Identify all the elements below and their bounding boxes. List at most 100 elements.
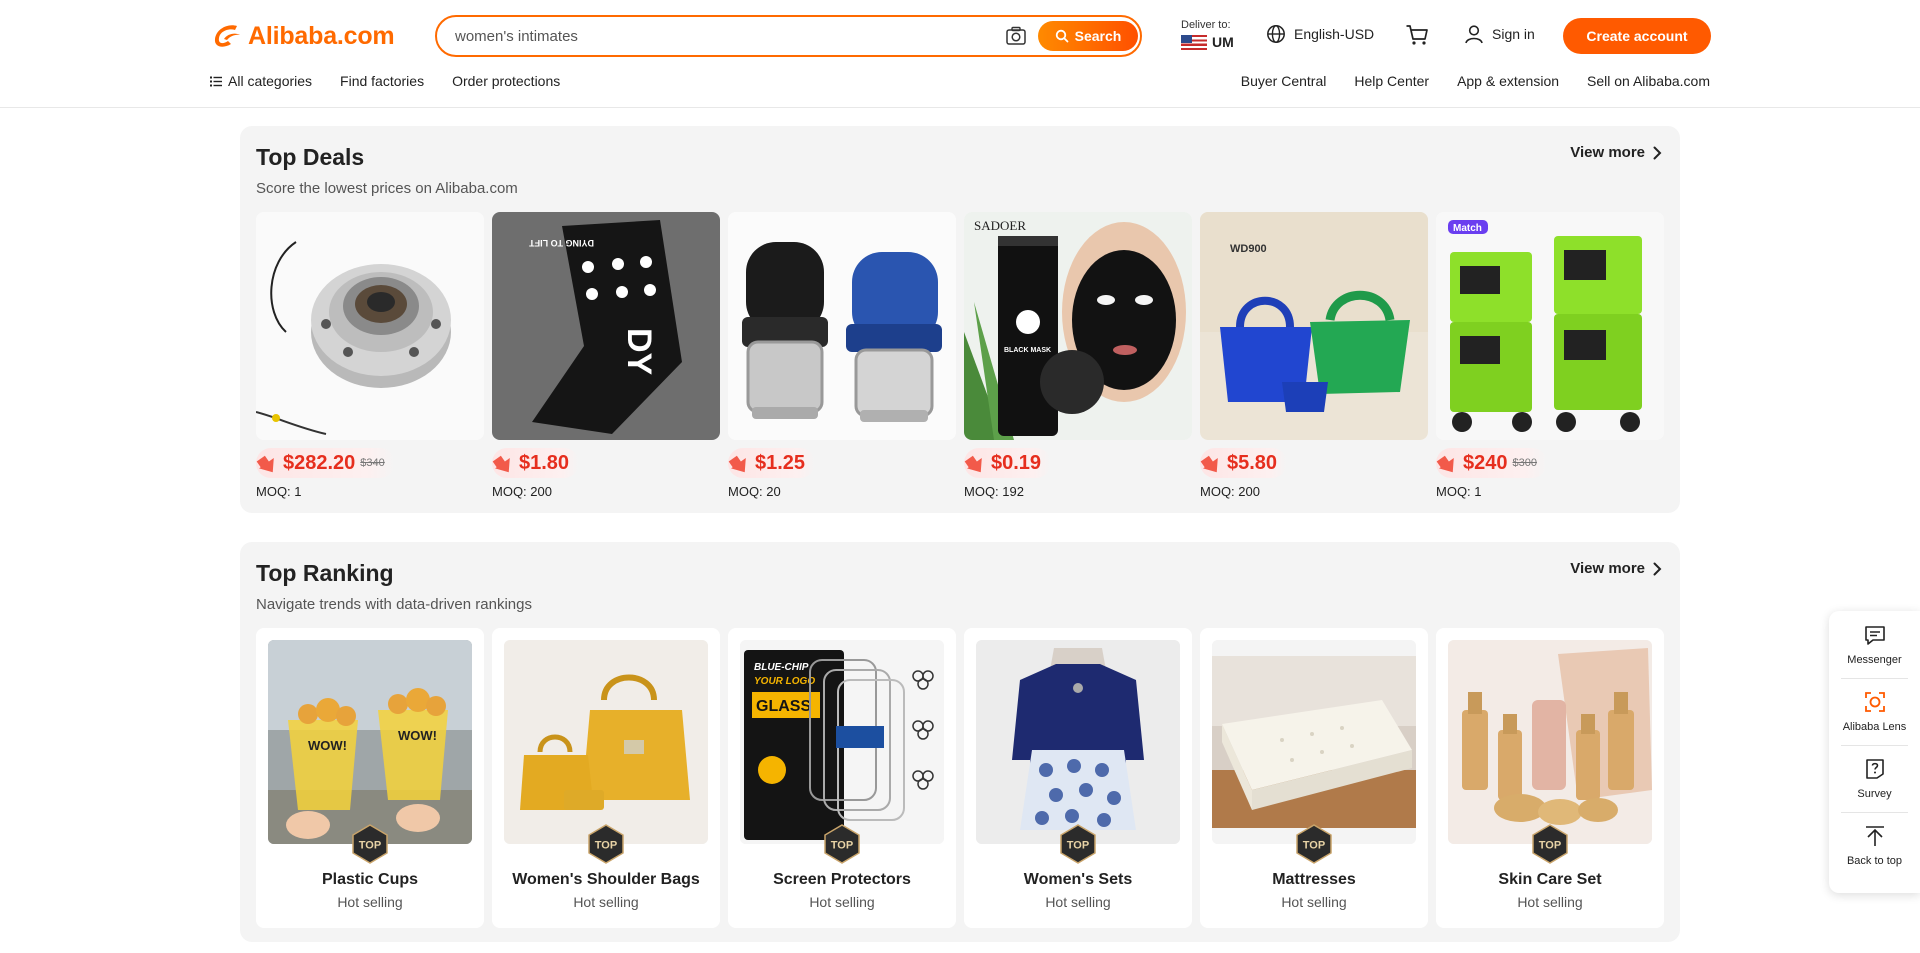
- subnav-all-categories[interactable]: All categories: [210, 73, 312, 89]
- survey-icon: [1865, 759, 1884, 779]
- deal-card[interactable]: $282.20 $340 MOQ: 1: [256, 212, 484, 499]
- svg-text:DY: DY: [620, 328, 658, 376]
- search-button-label: Search: [1074, 28, 1122, 44]
- view-more-link[interactable]: View more: [1570, 144, 1662, 161]
- ranking-name: Plastic Cups: [321, 871, 419, 888]
- top-badge-label: TOP: [1067, 840, 1089, 852]
- deal-image[interactable]: WD900: [1200, 212, 1428, 440]
- alibaba-logo[interactable]: Alibaba.com: [210, 20, 395, 52]
- top-ranking-section: Top Ranking Navigate trends with data-dr…: [240, 542, 1680, 942]
- float-label: Alibaba Lens: [1842, 721, 1907, 733]
- shoulder-bag-icon: [504, 640, 708, 844]
- top-badge-label: TOP: [1303, 840, 1325, 852]
- fabric-label-text: DYING TO LIFT: [529, 238, 594, 248]
- search-bar: Search: [435, 15, 1142, 57]
- deal-card[interactable]: WD900 $5.80 MOQ: 200: [1200, 212, 1428, 499]
- ranking-card[interactable]: WOW! WOW! TOP Plastic Cups Hot selling: [256, 628, 484, 928]
- deal-image[interactable]: Match: [1436, 212, 1664, 440]
- section-title: Top Deals: [256, 144, 365, 170]
- create-account-button[interactable]: Create account: [1563, 18, 1711, 54]
- alibaba-logo-icon: [214, 25, 240, 47]
- handbag-icon: WD900: [1200, 212, 1428, 440]
- face-mask-icon: SADOER BLACK MASK: [964, 212, 1192, 440]
- screen-protector-icon: BLUE-CHIP YOUR LOGO GLASS: [740, 640, 944, 844]
- back-to-top-button[interactable]: Back to top: [1829, 812, 1920, 878]
- deal-card[interactable]: $1.25 MOQ: 20: [728, 212, 956, 499]
- price-down-arrow-icon: [728, 455, 746, 473]
- camera-icon[interactable]: [1005, 25, 1027, 47]
- subnav-order-protections[interactable]: Order protections: [452, 73, 560, 89]
- deal-image[interactable]: SADOER BLACK MASK: [964, 212, 1192, 440]
- ranking-card[interactable]: TOP Women's Sets Hot selling: [964, 628, 1192, 928]
- price-down-arrow-icon: [1436, 455, 1454, 473]
- alibaba-lens-button[interactable]: Alibaba Lens: [1829, 678, 1920, 744]
- deal-moq: MOQ: 200: [492, 484, 552, 499]
- ranking-name: Skin Care Set: [1498, 871, 1602, 888]
- ranking-tag: Hot selling: [809, 894, 875, 910]
- lens-icon: [1864, 692, 1885, 712]
- deal-moq: MOQ: 1: [256, 484, 302, 499]
- ranking-image: [1212, 640, 1416, 844]
- chevron-right-icon: [1653, 146, 1662, 159]
- sign-in-link[interactable]: Sign in: [1464, 24, 1535, 44]
- float-label: Back to top: [1846, 855, 1903, 867]
- user-icon: [1465, 25, 1483, 44]
- price-down-arrow-icon: [1200, 455, 1218, 473]
- deal-image[interactable]: [256, 212, 484, 440]
- mattress-icon: [1212, 640, 1416, 844]
- site-header: Alibaba.com Search Deliver to: UM: [0, 0, 1920, 108]
- deal-price-row: $282.20 $340: [256, 448, 395, 478]
- ranking-card[interactable]: BLUE-CHIP YOUR LOGO GLASS TOP Screen Pro: [728, 628, 956, 928]
- deal-image[interactable]: DYING TO LIFT DY: [492, 212, 720, 440]
- search-input[interactable]: [455, 17, 1025, 55]
- survey-button[interactable]: Survey: [1829, 745, 1920, 811]
- sign-in-label: Sign in: [1492, 26, 1535, 42]
- top-badge-icon: TOP: [824, 824, 860, 864]
- subnav-help-center[interactable]: Help Center: [1354, 73, 1429, 89]
- cart-icon[interactable]: [1405, 24, 1429, 46]
- brand-name: Alibaba.com: [248, 21, 395, 50]
- ranking-tag: Hot selling: [1517, 894, 1583, 910]
- ranking-tag: Hot selling: [337, 894, 403, 910]
- deal-price: $1.25: [755, 451, 806, 474]
- subnav-right: Buyer Central Help Center App & extensio…: [1241, 73, 1710, 89]
- top-badge-label: TOP: [595, 840, 617, 852]
- ranking-tag: Hot selling: [573, 894, 639, 910]
- subnav-buyer-central[interactable]: Buyer Central: [1241, 73, 1327, 89]
- deal-card[interactable]: DYING TO LIFT DY $1.80 MOQ: 200: [492, 212, 720, 499]
- deal-price-row: $1.25: [728, 448, 816, 478]
- subnav-left: All categories Find factories Order prot…: [210, 73, 588, 89]
- top-badge-icon: TOP: [1532, 824, 1568, 864]
- womens-set-icon: [976, 640, 1180, 844]
- search-button[interactable]: Search: [1038, 21, 1138, 51]
- ranking-card[interactable]: TOP Skin Care Set Hot selling: [1436, 628, 1664, 928]
- deal-moq: MOQ: 1: [1436, 484, 1482, 499]
- match-badge-text: Match: [1453, 223, 1482, 234]
- globe-icon: [1267, 25, 1285, 43]
- view-more-label: View more: [1570, 144, 1645, 161]
- cup-print-text: WOW!: [308, 738, 347, 753]
- subnav-app-extension[interactable]: App & extension: [1457, 73, 1559, 89]
- deliver-to[interactable]: Deliver to: UM: [1181, 19, 1234, 50]
- deal-card[interactable]: Match $240 $300 MOQ: 1: [1436, 212, 1664, 499]
- ranking-image: [976, 640, 1180, 844]
- ranking-card[interactable]: TOP Mattresses Hot selling: [1200, 628, 1428, 928]
- language-selector[interactable]: English-USD: [1266, 24, 1374, 44]
- deal-card[interactable]: SADOER BLACK MASK $0.19 MOQ: 192: [964, 212, 1192, 499]
- ranking-card[interactable]: TOP Women's Shoulder Bags Hot selling: [492, 628, 720, 928]
- product-text: BLACK MASK: [1004, 347, 1051, 354]
- view-more-label: View more: [1570, 560, 1645, 577]
- language-label: English-USD: [1294, 26, 1375, 42]
- subnav-sell-on-alibaba[interactable]: Sell on Alibaba.com: [1587, 73, 1710, 89]
- deal-moq: MOQ: 20: [728, 484, 781, 499]
- section-subtitle: Score the lowest prices on Alibaba.com: [256, 180, 518, 197]
- subnav-find-factories[interactable]: Find factories: [340, 73, 424, 89]
- ranking-image: BLUE-CHIP YOUR LOGO GLASS: [740, 640, 944, 844]
- view-more-link[interactable]: View more: [1570, 560, 1662, 577]
- deal-price: $240: [1463, 451, 1508, 474]
- deal-image[interactable]: [728, 212, 956, 440]
- top-deals-section: Top Deals Score the lowest prices on Ali…: [240, 126, 1680, 513]
- plastic-cups-icon: WOW! WOW!: [268, 640, 472, 844]
- messenger-button[interactable]: Messenger: [1829, 611, 1920, 677]
- back-to-top-icon: [1865, 826, 1884, 846]
